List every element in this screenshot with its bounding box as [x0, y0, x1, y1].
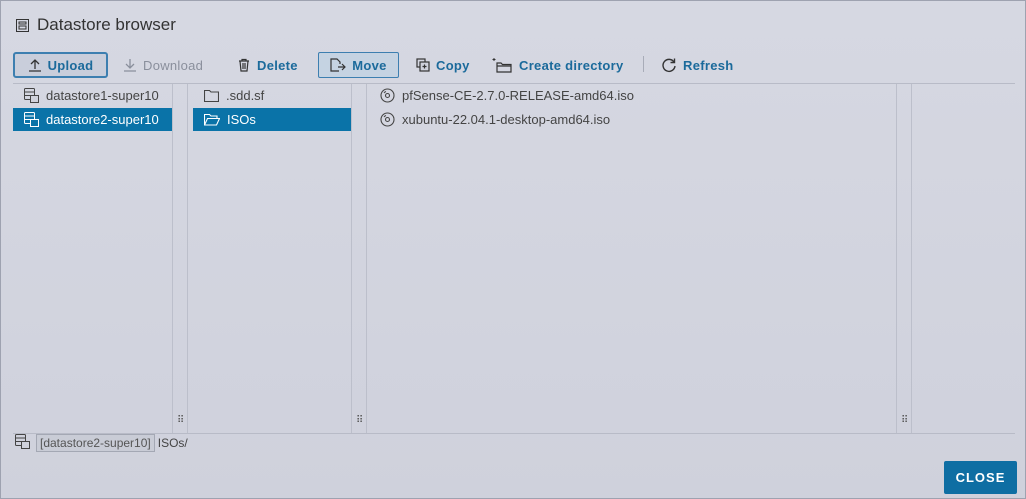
- move-label: Move: [352, 57, 387, 73]
- close-button[interactable]: CLOSE: [944, 461, 1017, 494]
- copy-label: Copy: [436, 57, 470, 73]
- datastore-column: datastore1-super10 datastore2-super10: [13, 84, 172, 433]
- download-label: Download: [143, 57, 204, 73]
- grip-icon: ⠿: [901, 415, 909, 426]
- datastore-item[interactable]: datastore1-super10: [13, 84, 172, 107]
- file-item[interactable]: xubuntu-22.04.1-desktop-amd64.iso: [369, 108, 896, 131]
- datastore-label: datastore1-super10: [46, 88, 159, 103]
- folder-label: ISOs: [227, 112, 256, 127]
- empty-column: [912, 84, 1015, 433]
- refresh-icon: [661, 57, 677, 73]
- delete-button[interactable]: Delete: [237, 52, 298, 78]
- copy-icon: [416, 58, 430, 72]
- file-browser: datastore1-super10 datastore2-super10 ⠿ …: [13, 83, 1015, 434]
- datastore-icon: [24, 112, 39, 127]
- move-button[interactable]: Move: [318, 52, 399, 78]
- delete-label: Delete: [257, 57, 298, 73]
- download-button[interactable]: Download: [123, 52, 203, 78]
- dialog-title-text: Datastore browser: [37, 15, 176, 34]
- datastore-browser-dialog: Datastore browser Upload Download Delete: [0, 0, 1026, 499]
- datastore-browser-icon: [16, 18, 29, 32]
- folder-open-icon: [204, 113, 220, 126]
- create-directory-label: Create directory: [519, 57, 624, 73]
- upload-label: Upload: [47, 57, 94, 73]
- datastore-item[interactable]: datastore2-super10: [13, 108, 172, 131]
- refresh-button[interactable]: Refresh: [661, 52, 734, 78]
- file-column: pfSense-CE-2.7.0-RELEASE-amd64.iso xubun…: [369, 84, 896, 433]
- path-datastore: [datastore2-super10]: [36, 434, 155, 452]
- datastore-icon: [15, 434, 30, 452]
- grip-icon: ⠿: [356, 415, 364, 426]
- create-directory-button[interactable]: Create directory: [491, 52, 624, 78]
- disc-icon: [380, 88, 395, 103]
- folder-plus-icon: [491, 57, 513, 73]
- trash-icon: [237, 58, 251, 72]
- file-item[interactable]: pfSense-CE-2.7.0-RELEASE-amd64.iso: [369, 84, 896, 107]
- copy-button[interactable]: Copy: [416, 52, 470, 78]
- file-label: pfSense-CE-2.7.0-RELEASE-amd64.iso: [402, 88, 634, 103]
- refresh-label: Refresh: [683, 57, 734, 73]
- path-bar: [datastore2-super10] ISOs/: [15, 434, 188, 452]
- datastore-label: datastore2-super10: [46, 112, 159, 127]
- grip-icon: ⠿: [177, 415, 185, 426]
- toolbar-separator: [643, 56, 644, 72]
- upload-icon: [28, 58, 42, 72]
- upload-button[interactable]: Upload: [13, 52, 108, 78]
- folder-icon: [204, 89, 219, 102]
- column-resize-handle[interactable]: ⠿: [172, 84, 188, 433]
- datastore-icon: [24, 88, 39, 103]
- dialog-title: Datastore browser: [16, 14, 176, 36]
- disc-icon: [380, 112, 395, 127]
- folder-label: .sdd.sf: [226, 88, 265, 103]
- column-resize-handle[interactable]: ⠿: [351, 84, 367, 433]
- folder-item[interactable]: ISOs: [193, 108, 351, 131]
- folder-column: .sdd.sf ISOs: [193, 84, 351, 433]
- path-folder: ISOs/: [157, 436, 188, 450]
- download-icon: [123, 58, 137, 72]
- file-label: xubuntu-22.04.1-desktop-amd64.iso: [402, 112, 611, 127]
- folder-item[interactable]: .sdd.sf: [193, 84, 351, 107]
- move-icon: [330, 58, 347, 72]
- column-resize-handle[interactable]: ⠿: [896, 84, 912, 433]
